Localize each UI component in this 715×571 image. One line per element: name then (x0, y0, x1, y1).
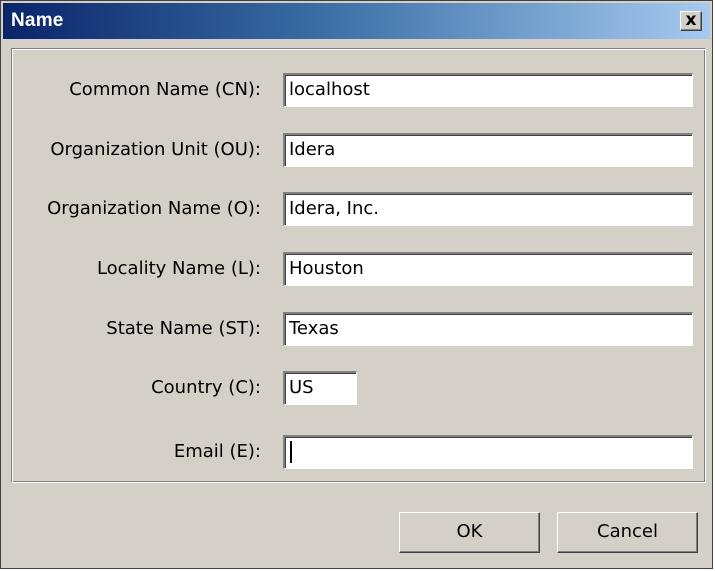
email-label: Email (E): (173, 441, 261, 462)
email-field[interactable] (283, 435, 693, 469)
organization-unit-label: Organization Unit (OU): (50, 139, 261, 160)
field-row-organization-unit: Organization Unit (OU): Idera (12, 129, 705, 171)
organization-name-field[interactable]: Idera, Inc. (283, 192, 693, 226)
country-label: Country (C): (151, 377, 261, 398)
country-field[interactable]: US (283, 371, 357, 405)
ok-button[interactable]: OK (399, 512, 540, 553)
cancel-button[interactable]: Cancel (557, 512, 698, 553)
organization-name-label: Organization Name (O): (47, 198, 261, 219)
locality-name-field[interactable]: Houston (283, 252, 693, 286)
common-name-label: Common Name (CN): (69, 79, 261, 100)
state-name-label: State Name (ST): (106, 318, 261, 339)
field-row-email: Email (E): (12, 431, 705, 473)
state-name-field[interactable]: Texas (283, 312, 693, 346)
text-caret (290, 441, 292, 463)
title-bar[interactable]: Name x (3, 3, 710, 39)
field-row-common-name: Common Name (CN): localhost (12, 69, 705, 111)
field-row-country: Country (C): US (12, 367, 705, 409)
dialog-title: Name (11, 10, 64, 31)
field-row-organization-name: Organization Name (O): Idera, Inc. (12, 188, 705, 230)
certificate-fields-group: Common Name (CN): localhost Organization… (11, 48, 706, 483)
common-name-field[interactable]: localhost (283, 73, 693, 107)
close-icon: x (685, 10, 697, 30)
organization-unit-field[interactable]: Idera (283, 133, 693, 167)
field-row-state-name: State Name (ST): Texas (12, 308, 705, 350)
name-dialog: Name x Common Name (CN): localhost Organ… (0, 0, 713, 569)
field-row-locality-name: Locality Name (L): Houston (12, 248, 705, 290)
close-button[interactable]: x (680, 11, 702, 31)
locality-name-label: Locality Name (L): (96, 258, 261, 279)
